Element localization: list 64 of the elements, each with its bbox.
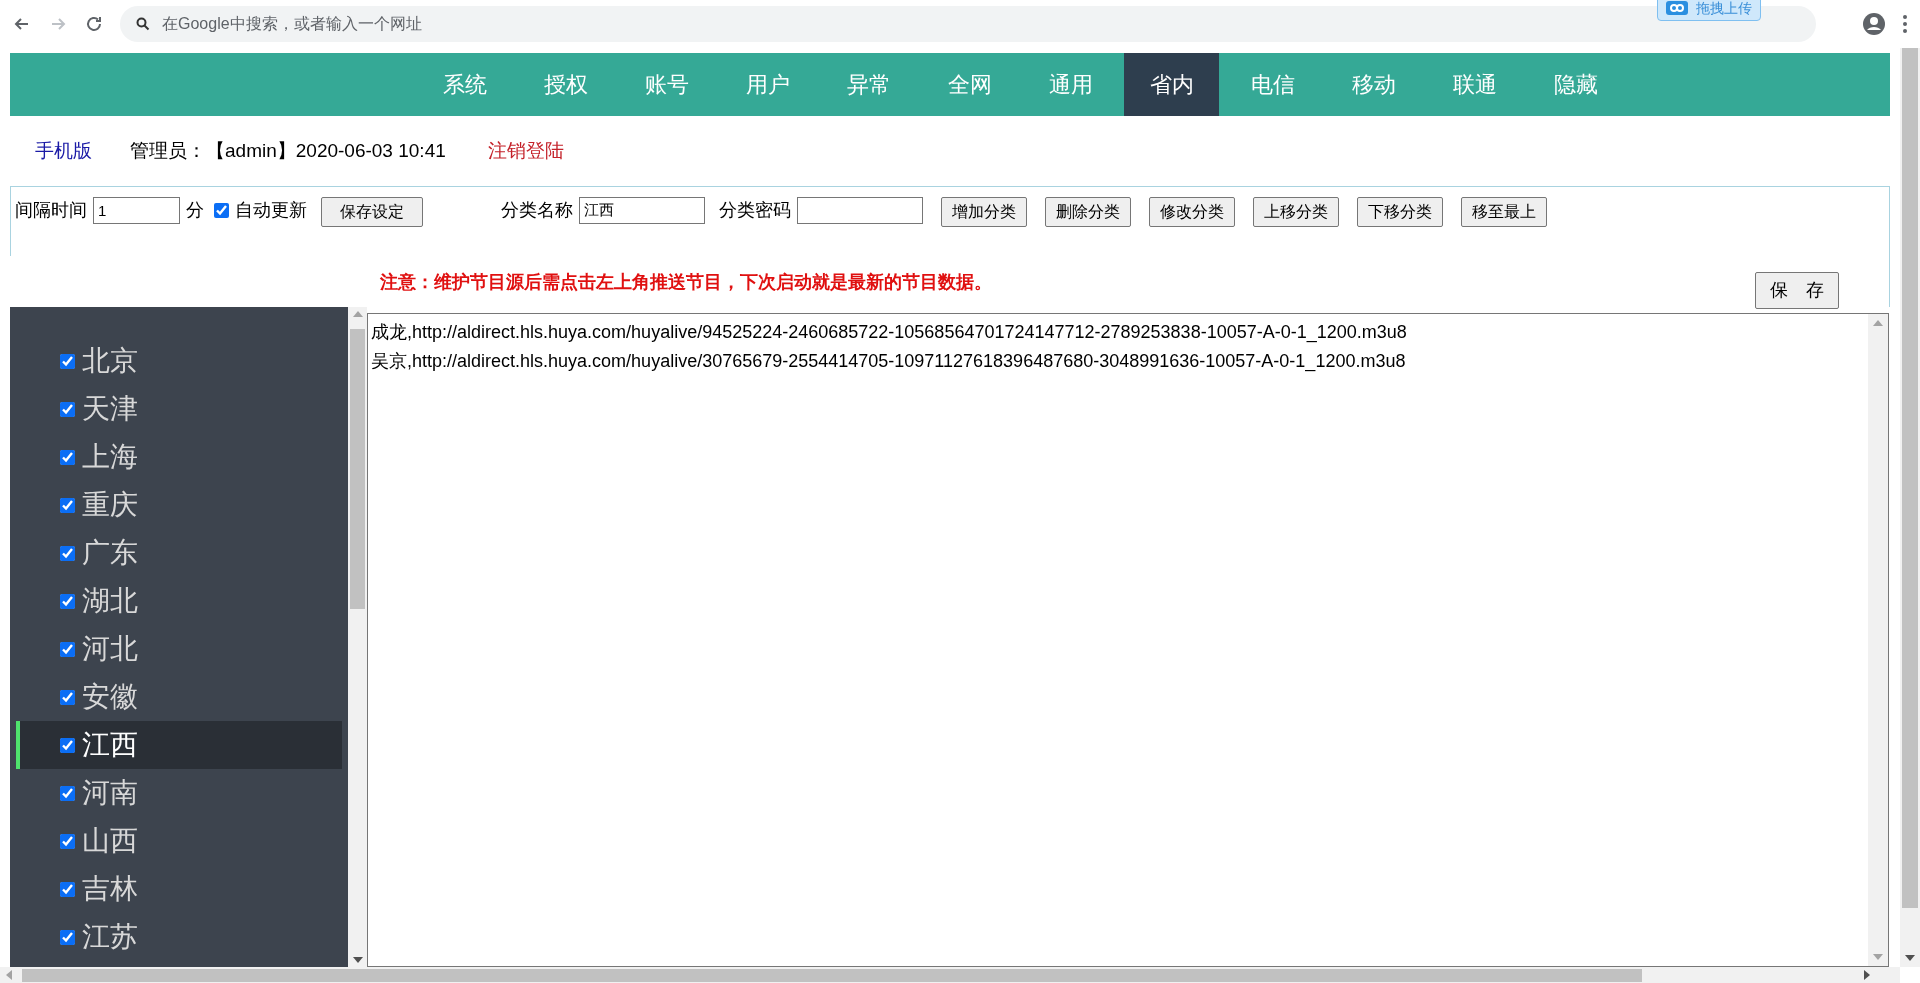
category-action-button[interactable]: 移至最上 <box>1461 197 1547 227</box>
scrollbar-thumb[interactable] <box>350 329 365 609</box>
province-label[interactable]: 山西 <box>82 820 138 862</box>
save-button[interactable]: 保 存 <box>1755 272 1839 309</box>
mobile-version-link[interactable]: 手机版 <box>35 136 92 166</box>
province-checkbox[interactable] <box>60 785 75 801</box>
auto-update-label: 自动更新 <box>235 199 307 222</box>
scroll-down-arrow-icon[interactable] <box>1905 955 1915 961</box>
scrollbar-thumb[interactable] <box>1902 48 1918 908</box>
category-action-button[interactable]: 下移分类 <box>1357 197 1443 227</box>
province-checkbox[interactable] <box>60 737 75 753</box>
province-label[interactable]: 吉林 <box>82 868 138 910</box>
province-checkbox[interactable] <box>60 641 75 657</box>
page-vertical-scrollbar[interactable] <box>1900 48 1920 967</box>
province-label[interactable]: 湖北 <box>82 580 138 622</box>
category-password-input[interactable] <box>797 197 923 224</box>
logout-link[interactable]: 注销登陆 <box>487 136 564 166</box>
account-icon[interactable] <box>1862 12 1886 36</box>
province-label[interactable]: 河北 <box>82 628 138 670</box>
save-settings-button[interactable]: 保存设定 <box>321 197 423 227</box>
scroll-right-arrow-icon[interactable] <box>1864 970 1870 980</box>
admin-info: 管理员：【admin】2020-06-03 10:41 <box>130 138 446 163</box>
province-label[interactable]: 广东 <box>82 532 138 574</box>
province-label[interactable]: 北京 <box>82 340 138 382</box>
category-action-button[interactable]: 增加分类 <box>941 197 1027 227</box>
reload-icon[interactable] <box>84 14 104 34</box>
page-horizontal-scrollbar[interactable] <box>0 967 1900 983</box>
sidebar-scrollbar[interactable] <box>348 307 367 967</box>
province-label[interactable]: 安徽 <box>82 676 138 718</box>
province-label[interactable]: 天津 <box>82 388 138 430</box>
province-checkbox[interactable] <box>60 545 75 561</box>
province-checkbox[interactable] <box>60 449 75 465</box>
province-checkbox[interactable] <box>60 689 75 705</box>
category-action-button[interactable]: 上移分类 <box>1253 197 1339 227</box>
category-password-label: 分类密码 <box>719 199 791 222</box>
category-action-button[interactable]: 修改分类 <box>1149 197 1235 227</box>
province-checkbox[interactable] <box>60 497 75 513</box>
province-checkbox[interactable] <box>60 401 75 417</box>
province-label[interactable]: 上海 <box>82 436 138 478</box>
search-icon <box>136 17 150 31</box>
scroll-down-arrow-icon[interactable] <box>352 957 363 963</box>
notice-text: 注意：维护节目源后需点击左上角推送节目，下次启动就是最新的节目数据。 <box>380 271 992 294</box>
province-checkbox[interactable] <box>60 833 75 849</box>
source-line: 吴京,http://aldirect.hls.huya.com/huyalive/30765679-2554414705-10971127618396487680-3048991636-10057-A-0-1_1200.m3u8 <box>371 350 1407 374</box>
nav-tab[interactable]: 省内 <box>1124 53 1219 116</box>
interval-unit: 分 <box>186 199 204 222</box>
province-checkbox[interactable] <box>60 881 75 897</box>
province-label[interactable]: 江苏 <box>82 916 138 958</box>
interval-input[interactable]: 1 <box>93 197 180 224</box>
province-checkbox[interactable] <box>60 593 75 609</box>
auto-update-checkbox[interactable] <box>214 203 229 218</box>
interval-label: 间隔时间 <box>15 199 87 222</box>
province-checkbox[interactable] <box>60 353 75 369</box>
category-action-button[interactable]: 删除分类 <box>1045 197 1131 227</box>
province-label[interactable]: 河南 <box>82 772 138 814</box>
menu-icon[interactable] <box>1902 14 1908 34</box>
category-name-input[interactable]: 江西 <box>579 197 705 224</box>
scrollbar-thumb[interactable] <box>22 968 1642 982</box>
province-checkbox[interactable] <box>60 929 75 945</box>
province-label[interactable]: 重庆 <box>82 484 138 526</box>
address-placeholder: 在Google中搜索，或者输入一个网址 <box>162 14 422 34</box>
province-label[interactable]: 江西 <box>82 724 138 766</box>
category-name-label: 分类名称 <box>501 199 573 222</box>
source-line: 成龙,http://aldirect.hls.huya.com/huyalive/94525224-2460685722-10568564701724147712-2789253838-10057-A-0-1_1200.m3u8 <box>371 321 1408 345</box>
